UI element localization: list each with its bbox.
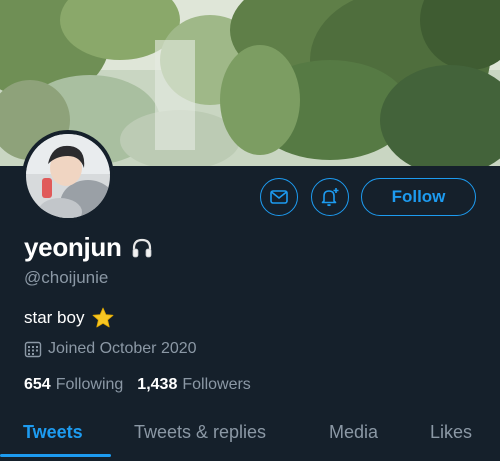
profile-name-row: yeonjun xyxy=(24,232,154,263)
active-tab-indicator xyxy=(0,454,111,457)
calendar-icon xyxy=(24,340,42,358)
tab-likes[interactable]: Likes xyxy=(430,422,472,443)
star-icon xyxy=(91,306,115,330)
profile-tabs: Tweets Tweets & replies Media Likes xyxy=(0,414,500,461)
message-button[interactable] xyxy=(260,178,298,216)
avatar-image xyxy=(26,134,110,218)
profile-bio: star boy xyxy=(24,306,115,330)
following-count: 654 xyxy=(24,376,51,393)
following-label: Following xyxy=(55,376,124,393)
followers-stat[interactable]: 1,438 Followers xyxy=(137,376,251,394)
bell-plus-icon xyxy=(321,188,339,207)
avatar[interactable] xyxy=(22,130,114,222)
mail-icon xyxy=(270,190,288,204)
headphones-icon xyxy=(130,236,154,260)
notifications-button[interactable] xyxy=(311,178,349,216)
bio-text: star boy xyxy=(24,308,85,327)
joined-date: Joined October 2020 xyxy=(24,340,197,358)
tab-tweets-and-replies[interactable]: Tweets & replies xyxy=(134,422,266,443)
display-name: yeonjun xyxy=(24,232,122,262)
profile-handle: @choijunie xyxy=(24,268,109,287)
followers-label: Followers xyxy=(182,376,251,393)
tab-tweets[interactable]: Tweets xyxy=(23,422,83,443)
follow-button[interactable]: Follow xyxy=(361,178,476,216)
following-stat[interactable]: 654 Following xyxy=(24,376,123,394)
profile-stats: 654 Following 1,438 Followers xyxy=(24,376,265,394)
joined-text: Joined October 2020 xyxy=(48,340,197,357)
tab-media[interactable]: Media xyxy=(329,422,378,443)
followers-count: 1,438 xyxy=(137,376,178,393)
